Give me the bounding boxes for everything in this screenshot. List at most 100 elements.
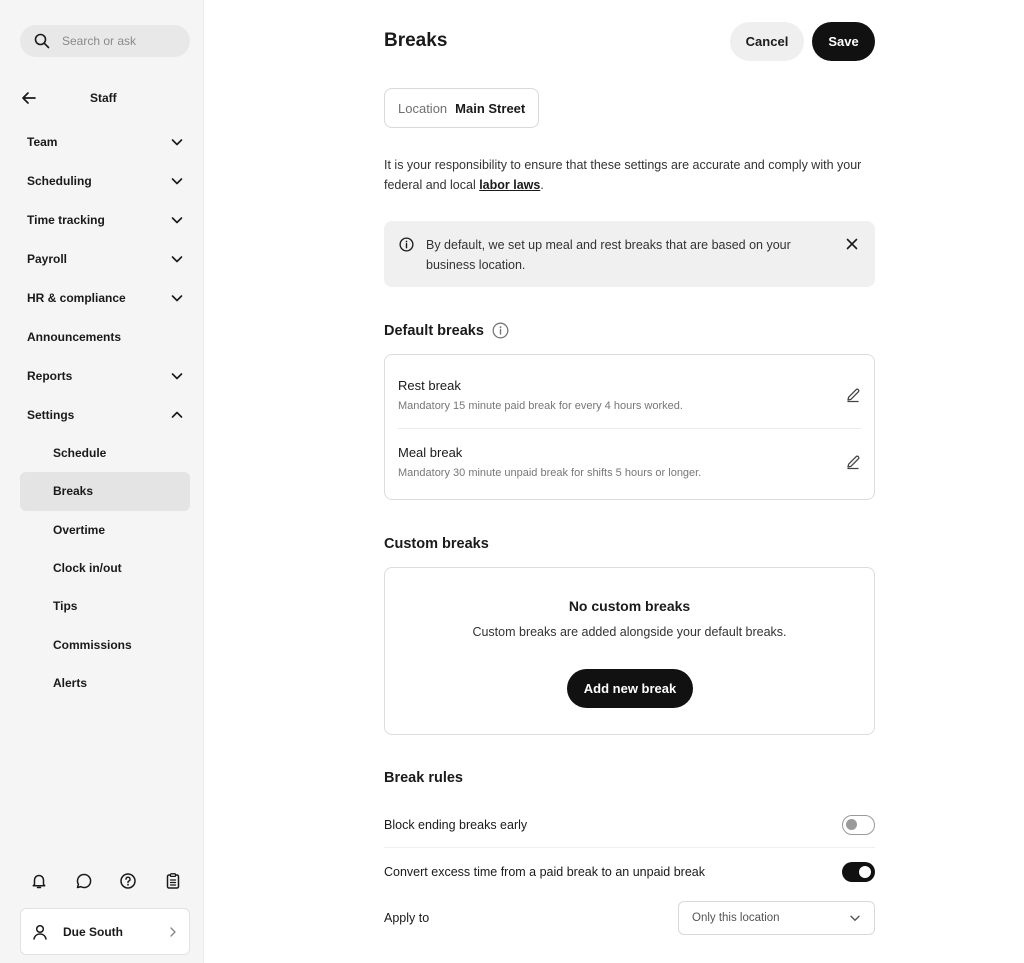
chevron-right-icon bbox=[167, 926, 179, 938]
tasks-button[interactable] bbox=[162, 870, 184, 892]
rule-label: Block ending breaks early bbox=[384, 817, 528, 832]
sidebar-nav: Team Scheduling Time tracking Payroll HR… bbox=[20, 122, 190, 702]
block-early-rule: Block ending breaks early bbox=[384, 802, 875, 848]
sidebar-item-label: Team bbox=[27, 134, 58, 149]
break-description: Mandatory 15 minute paid break for every… bbox=[398, 400, 683, 412]
user-account-button[interactable]: Due South bbox=[20, 908, 190, 955]
empty-state-title: No custom breaks bbox=[568, 598, 691, 614]
page-title: Breaks bbox=[384, 30, 448, 51]
list-item: Meal break Mandatory 30 minute unpaid br… bbox=[398, 428, 861, 494]
info-notice: By default, we set up meal and rest brea… bbox=[384, 221, 875, 287]
sidebar-item-hr-compliance[interactable]: HR & compliance bbox=[20, 278, 190, 317]
chevron-down-icon bbox=[171, 255, 183, 262]
apply-to-rule: Apply to Only this location bbox=[384, 895, 875, 941]
list-item: Rest break Mandatory 15 minute paid brea… bbox=[398, 362, 861, 428]
save-button[interactable]: Save bbox=[812, 22, 875, 61]
custom-breaks-title: Custom breaks bbox=[384, 536, 489, 552]
default-breaks-heading: Default breaks bbox=[384, 322, 509, 339]
add-new-break-button[interactable]: Add new break bbox=[567, 669, 693, 708]
location-value: Main Street bbox=[455, 100, 526, 116]
location-label: Location bbox=[398, 100, 448, 116]
sidebar-subitem-tips[interactable]: Tips bbox=[20, 587, 190, 625]
break-name: Meal break bbox=[398, 445, 463, 460]
chevron-down-icon bbox=[171, 372, 183, 379]
back-to-staff[interactable]: Staff bbox=[20, 86, 190, 110]
search-placeholder: Search or ask bbox=[62, 34, 137, 48]
sidebar-subitem-breaks[interactable]: Breaks bbox=[20, 472, 190, 511]
convert-excess-toggle[interactable] bbox=[842, 862, 875, 882]
sidebar-item-reports[interactable]: Reports bbox=[20, 356, 190, 395]
pencil-icon bbox=[847, 455, 860, 470]
block-early-toggle[interactable] bbox=[842, 814, 875, 835]
sidebar-subitem-clock-in-out[interactable]: Clock in/out bbox=[20, 549, 190, 587]
cancel-button[interactable]: Cancel bbox=[730, 22, 804, 61]
chevron-down-icon bbox=[171, 138, 183, 145]
break-name: Rest break bbox=[398, 378, 461, 393]
toggle-knob bbox=[846, 818, 857, 830]
convert-excess-rule: Convert excess time from a paid break to… bbox=[384, 849, 875, 895]
close-icon bbox=[846, 238, 858, 250]
clipboard-icon bbox=[166, 873, 180, 889]
sidebar-item-label: Scheduling bbox=[27, 173, 92, 188]
default-breaks-title: Default breaks bbox=[384, 322, 484, 339]
notice-text: By default, we set up meal and rest brea… bbox=[426, 238, 791, 272]
pencil-icon bbox=[847, 388, 860, 403]
edit-rest-break-button[interactable] bbox=[845, 387, 861, 403]
sidebar-item-settings[interactable]: Settings bbox=[20, 395, 190, 434]
help-button[interactable] bbox=[117, 870, 139, 892]
back-arrow-icon bbox=[22, 92, 36, 104]
break-description: Mandatory 30 minute unpaid break for shi… bbox=[398, 467, 702, 479]
user-name: Due South bbox=[63, 924, 123, 939]
info-icon bbox=[399, 237, 414, 252]
sidebar-item-label: Time tracking bbox=[27, 212, 105, 227]
close-notice-button[interactable] bbox=[845, 237, 859, 251]
sidebar-item-announcements[interactable]: Announcements bbox=[20, 317, 190, 356]
sidebar-item-label: Reports bbox=[27, 368, 73, 383]
disclaimer-suffix: . bbox=[540, 178, 544, 192]
sidebar-item-time-tracking[interactable]: Time tracking bbox=[20, 200, 190, 239]
break-rules-title: Break rules bbox=[384, 770, 463, 786]
sidebar-footer-icons bbox=[28, 870, 184, 892]
sidebar-item-team[interactable]: Team bbox=[20, 122, 190, 161]
help-icon bbox=[120, 873, 137, 889]
compliance-disclaimer: It is your responsibility to ensure that… bbox=[384, 155, 875, 195]
sidebar-item-payroll[interactable]: Payroll bbox=[20, 239, 190, 278]
chevron-down-icon bbox=[171, 216, 183, 223]
labor-laws-link[interactable]: labor laws bbox=[479, 178, 540, 192]
sidebar-item-label: HR & compliance bbox=[27, 290, 126, 305]
sidebar-subitem-commissions[interactable]: Commissions bbox=[20, 625, 190, 663]
chevron-down-icon bbox=[171, 294, 183, 301]
empty-state-description: Custom breaks are added alongside your d… bbox=[472, 625, 787, 639]
notifications-button[interactable] bbox=[28, 870, 50, 892]
bell-icon bbox=[32, 874, 46, 889]
chat-icon bbox=[76, 873, 91, 889]
toggle-knob bbox=[859, 866, 871, 878]
user-icon bbox=[33, 924, 47, 940]
sidebar-section-title: Staff bbox=[90, 91, 117, 105]
rule-label: Apply to bbox=[384, 911, 430, 925]
info-icon bbox=[492, 322, 509, 339]
chevron-down-icon bbox=[171, 177, 183, 184]
sidebar-subitem-schedule[interactable]: Schedule bbox=[20, 434, 190, 472]
sidebar-item-label: Settings bbox=[27, 407, 75, 422]
search-icon bbox=[34, 33, 50, 49]
chevron-up-icon bbox=[171, 411, 183, 418]
sidebar-item-label: Payroll bbox=[27, 251, 68, 266]
disclaimer-text: It is your responsibility to ensure that… bbox=[384, 158, 862, 192]
default-breaks-card: Rest break Mandatory 15 minute paid brea… bbox=[384, 354, 875, 500]
sidebar-subitem-alerts[interactable]: Alerts bbox=[20, 664, 190, 702]
edit-meal-break-button[interactable] bbox=[845, 454, 861, 470]
avatar bbox=[31, 923, 49, 941]
default-breaks-info-button[interactable] bbox=[492, 322, 509, 339]
chevron-down-icon bbox=[850, 915, 860, 921]
search-input[interactable]: Search or ask bbox=[20, 25, 190, 57]
custom-breaks-card: No custom breaks Custom breaks are added… bbox=[384, 567, 875, 735]
sidebar-subitem-overtime[interactable]: Overtime bbox=[20, 511, 190, 549]
location-selector[interactable]: Location Main Street bbox=[384, 88, 540, 128]
messages-button[interactable] bbox=[73, 870, 95, 892]
sidebar-item-label: Announcements bbox=[27, 329, 122, 344]
sidebar-item-scheduling[interactable]: Scheduling bbox=[20, 161, 190, 200]
rule-label: Convert excess time from a paid break to… bbox=[384, 865, 706, 879]
select-value: Only this location bbox=[692, 912, 780, 924]
apply-to-select[interactable]: Only this location bbox=[678, 901, 875, 935]
